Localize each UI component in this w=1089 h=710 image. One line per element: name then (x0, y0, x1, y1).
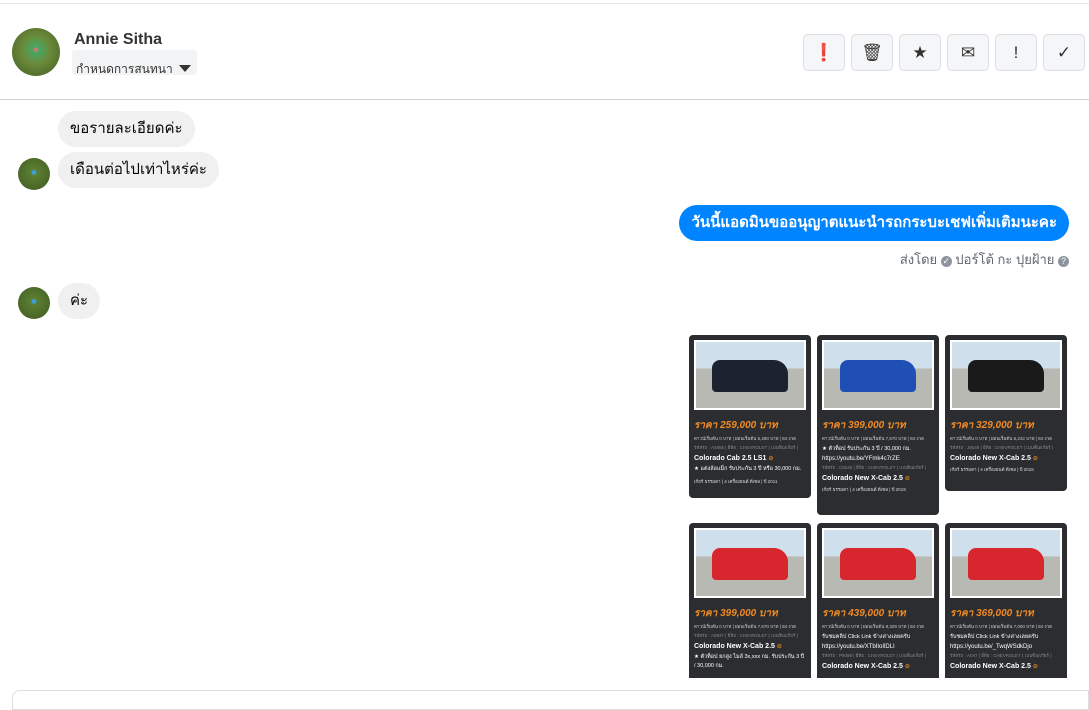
card-link: https://youtu.be/YFmk4c7rZE (822, 456, 900, 462)
sender-name: ปอร์โต้ กะ ปุยฝ้าย (955, 252, 1055, 267)
contact-avatar[interactable] (12, 28, 60, 76)
car-photo (694, 528, 806, 598)
envelope-icon: ✉ (960, 42, 976, 62)
card-terms: ดาวน์เริ่มต้น 0 บาท | ผ่อนเริ่มต้น 7,570… (694, 624, 797, 629)
car-listing-card[interactable]: ราคา 369,000 บาทดาวน์เริ่มต้น 0 บาท | ผ่… (945, 523, 1067, 678)
car-listing-card[interactable]: ราคา 399,000 บาทดาวน์เริ่มต้น 0 บาท | ผ่… (817, 335, 939, 515)
verified-icon: ⊘ (1032, 664, 1038, 670)
verified-icon: ✓ (940, 256, 952, 267)
car-photo (694, 340, 806, 410)
card-tag: รหัสรถ : J8049 | ยี่ห้อ : CHEVROLET ( เบ… (950, 445, 1054, 450)
car-photo (950, 340, 1062, 410)
card-tag: รหัสรถ : A4865 | ยี่ห้อ : CHEVROLET ( เบ… (694, 445, 799, 450)
exclamation-icon: ! (1013, 42, 1019, 62)
card-terms: ดาวน์เริ่มต้น 0 บาท | ผ่อนเริ่มต้น 7,000… (950, 624, 1053, 629)
alert-circle-icon: ❗ (813, 42, 835, 62)
car-photo (822, 340, 934, 410)
card-desc: รับชมคลิป Click Link ข้างล่างเลยครับ (822, 634, 911, 640)
card-title-row: Colorado New X-Cab 2.5 ⊘ (822, 663, 910, 670)
conversation-menu-label: กำหนดการสนทนา (76, 62, 173, 76)
help-icon[interactable]: ? (1058, 256, 1069, 267)
trash-icon: 🗑 (861, 42, 883, 62)
message-bubble-sent: วันนี้แอดมินขออนุญาตแนะนำรถกระบะเชฟเพิ่ม… (679, 205, 1069, 241)
card-desc: ★ ตัวท็อป ยกสูง ไมล์ 3x,xxx กม. รับประกั… (694, 654, 805, 669)
car-listing-card[interactable]: ราคา 399,000 บาทดาวน์เริ่มต้น 0 บาท | ผ่… (689, 523, 811, 678)
card-tag: รหัสรถ : P8089 | ยี่ห้อ : CHEVROLET ( เบ… (822, 653, 927, 658)
car-listing-card[interactable]: ราคา 329,000 บาทดาวน์เริ่มต้น 0 บาท | ผ่… (945, 335, 1067, 491)
car-cards-attachment: ราคา 259,000 บาทดาวน์เริ่มต้น 0 บาท | ผ่… (680, 330, 1080, 678)
card-tag: รหัสรถ : A047 | ยี่ห้อ : CHEVROLET ( เบน… (950, 653, 1052, 658)
card-footer: เกียร์ ธรรมดา | 4 เครื่องยนต์ ดีเซล | ปี… (950, 467, 1034, 472)
star-button[interactable]: ★ (899, 34, 941, 71)
card-footer: เกียร์ ธรรมดา | 4 เครื่องยนต์ ดีเซล | ปี… (694, 479, 778, 484)
card-desc: ★ ตัวท็อป รับประกัน 3 ปี / 30,000 กม. (822, 446, 912, 452)
card-terms: ดาวน์เริ่มต้น 0 บาท | ผ่อนเริ่มต้น 6,242… (950, 436, 1053, 441)
contact-avatar-small (18, 287, 50, 319)
verified-icon: ⊘ (904, 476, 910, 482)
card-tag: รหัสรถ : A8937 | ยี่ห้อ : CHEVROLET ( เบ… (694, 633, 799, 638)
car-listing-card[interactable]: ราคา 259,000 บาทดาวน์เริ่มต้น 0 บาท | ผ่… (689, 335, 811, 498)
caret-down-icon (178, 65, 191, 72)
card-terms: ดาวน์เริ่มต้น 0 บาท | ผ่อนเริ่มต้น 7,570… (822, 436, 925, 441)
card-title-row: Colorado New X-Cab 2.5 ⊘ (694, 643, 782, 650)
card-price: ราคา 399,000 บาท (694, 608, 778, 619)
contact-avatar-small (18, 158, 50, 190)
card-title-row: Colorado Cab 2.5 LS1 ⊘ (694, 455, 774, 462)
conversation-header: Annie Sitha กำหนดการสนทนา ❗ 🗑 ★ ✉ ! ✓ (0, 4, 1089, 100)
card-price: ราคา 399,000 บาท (822, 420, 906, 431)
contact-name[interactable]: Annie Sitha (74, 31, 162, 49)
message-bubble: เดือนต่อไปเท่าไหร่ค่ะ (58, 152, 219, 188)
card-price: ราคา 329,000 บาท (950, 420, 1034, 431)
delete-button[interactable]: 🗑 (851, 34, 893, 71)
done-button[interactable]: ✓ (1043, 34, 1085, 71)
card-desc: ★ แต่งล้อแม็ก รับประกัน 3 ปี หรือ 30,000… (694, 466, 802, 472)
card-desc: รับชมคลิป Click Link ข้างล่างเลยครับ (950, 634, 1039, 640)
check-icon: ✓ (1056, 42, 1072, 62)
card-footer: เกียร์ ธรรมดา | 4 เครื่องยนต์ ดีเซล | ปี… (822, 487, 906, 492)
verified-icon: ⊘ (1032, 456, 1038, 462)
card-title-row: Colorado New X-Cab 2.5 ⊘ (822, 475, 910, 482)
verified-icon: ⊘ (904, 664, 910, 670)
star-icon: ★ (912, 42, 928, 62)
action-toolbar: ❗ 🗑 ★ ✉ ! ✓ (803, 34, 1085, 71)
card-terms: ดาวน์เริ่มต้น 0 บาท | ผ่อนเริ่มต้น 8,329… (822, 624, 925, 629)
spam-button[interactable]: ❗ (803, 34, 845, 71)
car-listing-card[interactable]: ราคา 439,000 บาทดาวน์เริ่มต้น 0 บาท | ผ่… (817, 523, 939, 678)
important-button[interactable]: ! (995, 34, 1037, 71)
message-bubble: ค่ะ (58, 283, 101, 319)
card-terms: ดาวน์เริ่มต้น 0 บาท | ผ่อนเริ่มต้น 5,280… (694, 436, 797, 441)
card-title-row: Colorado New X-Cab 2.5 ⊘ (950, 455, 1038, 462)
car-photo (950, 528, 1062, 598)
message-bubble: ขอรายละเอียดค่ะ (58, 111, 195, 147)
verified-icon: ⊘ (776, 644, 782, 650)
car-photo (822, 528, 934, 598)
message-composer[interactable] (12, 690, 1089, 710)
card-title-row: Colorado New X-Cab 2.5 ⊘ (950, 663, 1038, 670)
card-link: https://youtu.be/_TwqWSdkDjo (950, 644, 1033, 650)
card-price: ราคา 369,000 บาท (950, 608, 1034, 619)
card-link: https://youtu.be/XTbIIoIlDLI (822, 644, 895, 650)
card-tag: รหัสรถ : C8245 | ยี่ห้อ : CHEVROLET ( เบ… (822, 465, 927, 470)
card-price: ราคา 439,000 บาท (822, 608, 906, 619)
sent-by-info: ส่งโดย ✓ ปอร์โต้ กะ ปุยฝ้าย ? (900, 249, 1069, 270)
conversation-menu-dropdown[interactable]: กำหนดการสนทนา (72, 50, 197, 76)
card-price: ราคา 259,000 บาท (694, 420, 778, 431)
mark-unread-button[interactable]: ✉ (947, 34, 989, 71)
verified-icon: ⊘ (768, 456, 774, 462)
